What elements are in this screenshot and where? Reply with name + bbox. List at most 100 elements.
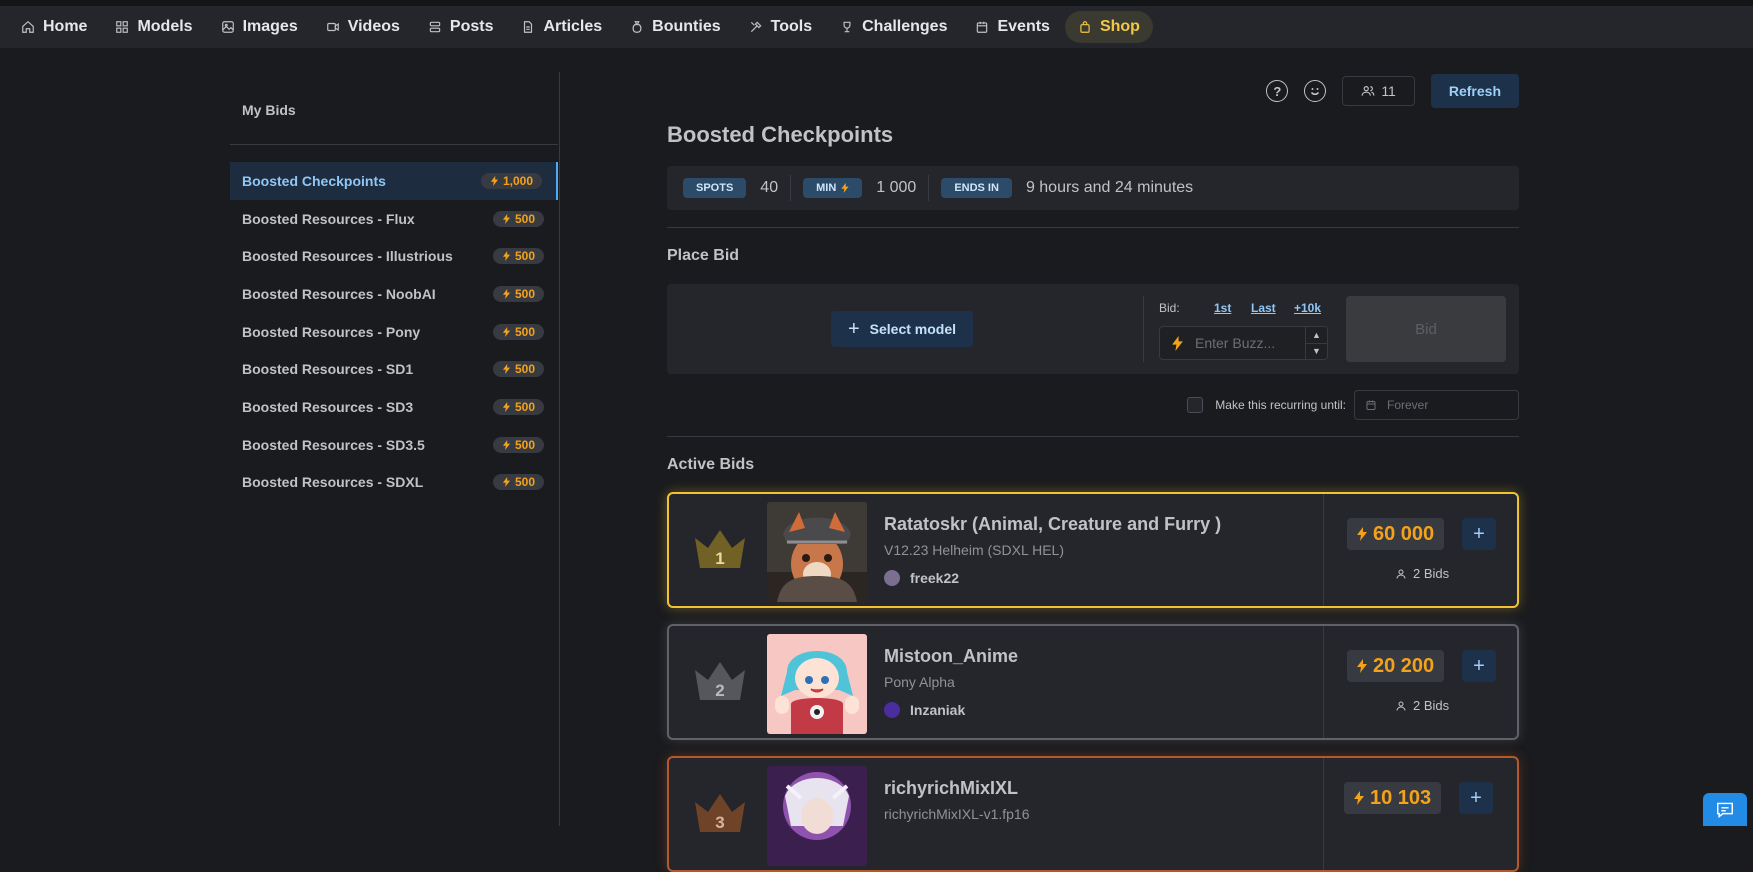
price-badge: 1,000: [480, 172, 542, 189]
nav-models[interactable]: Models: [102, 11, 205, 43]
price-value: 500: [514, 324, 535, 339]
select-model-button[interactable]: + Select model: [831, 311, 973, 347]
recurring-row: Make this recurring until: Forever: [1187, 390, 1519, 420]
photo-icon: [221, 21, 234, 33]
smiley-icon[interactable]: [1304, 80, 1327, 102]
bid-amount-input[interactable]: [1195, 335, 1305, 351]
nav-label: Models: [137, 18, 193, 35]
recurring-checkbox[interactable]: [1187, 397, 1204, 413]
nav-label: Videos: [347, 18, 400, 35]
lightning-icon: [502, 251, 511, 262]
nav-articles[interactable]: Articles: [508, 11, 615, 43]
add-bid-button[interactable]: +: [1462, 518, 1496, 550]
crown-icon: 1: [695, 530, 745, 568]
users-count-button[interactable]: 11: [1342, 76, 1415, 106]
refresh-button[interactable]: Refresh: [1430, 74, 1519, 108]
divider: [1143, 296, 1144, 362]
nav-bounties[interactable]: Bounties: [617, 11, 733, 43]
model-name[interactable]: richyrichMixIXL: [884, 778, 1018, 799]
price-badge: 500: [492, 323, 544, 340]
decrement-chevron-down-icon[interactable]: ▼: [1306, 344, 1327, 360]
sidebar-item-illustrious[interactable]: Boosted Resources - Illustrious 500: [230, 237, 558, 275]
nav-label: Challenges: [862, 18, 948, 35]
avatar: [884, 570, 900, 586]
trophy-icon: [843, 21, 851, 33]
divider: [1323, 758, 1324, 870]
model-version: richyrichMixIXL-v1.fp16: [884, 806, 1030, 822]
bid-amount-field: ▲ ▼: [1159, 326, 1328, 360]
sidebar-item-label: Boosted Resources - Pony: [242, 323, 421, 340]
model-name[interactable]: Mistoon_Anime: [884, 646, 1018, 667]
min-value: 1 000: [876, 179, 917, 196]
min-tag: MIN: [803, 178, 863, 198]
place-bid-title: Place Bid: [667, 247, 740, 264]
my-bids-link[interactable]: My Bids: [242, 102, 296, 118]
bids-count: 2 Bids: [1395, 698, 1449, 713]
bid-card[interactable]: 2 Mistoon_Anime Pony Alpha Inzaniak 20 2…: [667, 624, 1519, 740]
bid-amount-badge: 20 200: [1347, 650, 1445, 682]
nav-challenges[interactable]: Challenges: [827, 11, 960, 43]
model-name[interactable]: Ratatoskr (Animal, Creature and Furry ): [884, 514, 1221, 535]
creator[interactable]: Inzaniak: [884, 702, 965, 718]
quick-bid-last[interactable]: Last: [1251, 301, 1276, 315]
lightning-icon: [502, 213, 511, 224]
sidebar-item-boosted-checkpoints[interactable]: Boosted Checkpoints 1,000: [230, 162, 558, 200]
user-icon: [1396, 569, 1406, 579]
nav-label: Tools: [770, 18, 813, 35]
model-thumbnail[interactable]: [767, 766, 867, 866]
model-thumbnail[interactable]: [767, 634, 867, 734]
recurring-date-input[interactable]: Forever: [1354, 390, 1519, 420]
place-bid-panel: + Select model Bid: 1st Last +10k ▲ ▼ Bi…: [667, 284, 1519, 374]
nav-videos[interactable]: Videos: [313, 11, 413, 43]
sidebar-item-sd1[interactable]: Boosted Resources - SD1 500: [230, 350, 558, 388]
nav-posts[interactable]: Posts: [415, 11, 507, 43]
price-value: 500: [514, 399, 535, 414]
price-badge: 500: [492, 248, 544, 265]
sidebar-item-label: Boosted Resources - SD3: [242, 398, 414, 415]
rank-number: 3: [715, 813, 724, 832]
bid-button[interactable]: Bid: [1346, 296, 1506, 362]
quick-bid-plus-10k[interactable]: +10k: [1294, 301, 1321, 315]
spots-label: SPOTS: [696, 182, 734, 194]
increment-chevron-up-icon[interactable]: ▲: [1306, 327, 1327, 344]
bid-amount-badge: 60 000: [1347, 518, 1445, 550]
sidebar-item-noobai[interactable]: Boosted Resources - NoobAI 500: [230, 275, 558, 313]
quick-bid-first[interactable]: 1st: [1214, 301, 1231, 315]
users-count: 11: [1381, 83, 1396, 99]
sidebar-item-sd3[interactable]: Boosted Resources - SD3 500: [230, 388, 558, 426]
lightning-icon: [1172, 335, 1183, 351]
stats-bar: SPOTS 40 MIN 1 000 ENDS IN 9 hours and 2…: [667, 166, 1519, 210]
price-badge: 500: [492, 474, 544, 491]
model-thumbnail[interactable]: [767, 502, 867, 602]
sidebar-item-sdxl[interactable]: Boosted Resources - SDXL 500: [230, 464, 558, 502]
nav-shop[interactable]: Shop: [1064, 11, 1153, 43]
top-navigation: Home Models Images Videos Posts Articles…: [0, 0, 1753, 48]
divider: [1323, 626, 1324, 738]
nav-events[interactable]: Events: [962, 11, 1062, 43]
sidebar-item-label: Boosted Resources - Illustrious: [242, 248, 453, 265]
sidebar-list: Boosted Checkpoints 1,000 Boosted Resour…: [230, 162, 558, 501]
add-bid-button[interactable]: +: [1459, 782, 1493, 814]
chat-support-button[interactable]: [1703, 793, 1747, 826]
rank-number: 1: [715, 549, 724, 568]
sidebar: My Bids Boosted Checkpoints 1,000 Booste…: [230, 72, 560, 826]
lightning-icon: [502, 364, 511, 375]
nav-images[interactable]: Images: [208, 11, 311, 43]
nav-label: Images: [242, 18, 298, 35]
add-bid-button[interactable]: +: [1462, 650, 1496, 682]
lightning-icon: [502, 477, 511, 488]
price-value: 500: [514, 362, 535, 377]
sidebar-item-pony[interactable]: Boosted Resources - Pony 500: [230, 313, 558, 351]
creator[interactable]: freek22: [884, 570, 959, 586]
sidebar-item-flux[interactable]: Boosted Resources - Flux 500: [230, 200, 558, 238]
bid-card[interactable]: 1 Ratatoskr (Animal, Creature and Furry …: [667, 492, 1519, 608]
bid-card[interactable]: 3 richyrichMixIXL richyrichMixIXL-v1.fp1…: [667, 756, 1519, 872]
nav-label: Events: [997, 18, 1050, 35]
sidebar-item-sd35[interactable]: Boosted Resources - SD3.5 500: [230, 426, 558, 464]
question-circle-icon[interactable]: ?: [1266, 80, 1289, 102]
sidebar-item-label: Boosted Resources - SD1: [242, 361, 414, 378]
nav-tools[interactable]: Tools: [736, 11, 825, 43]
tools-icon: [750, 21, 762, 33]
nav-home[interactable]: Home: [8, 11, 100, 43]
spots-tag: SPOTS: [683, 178, 747, 198]
